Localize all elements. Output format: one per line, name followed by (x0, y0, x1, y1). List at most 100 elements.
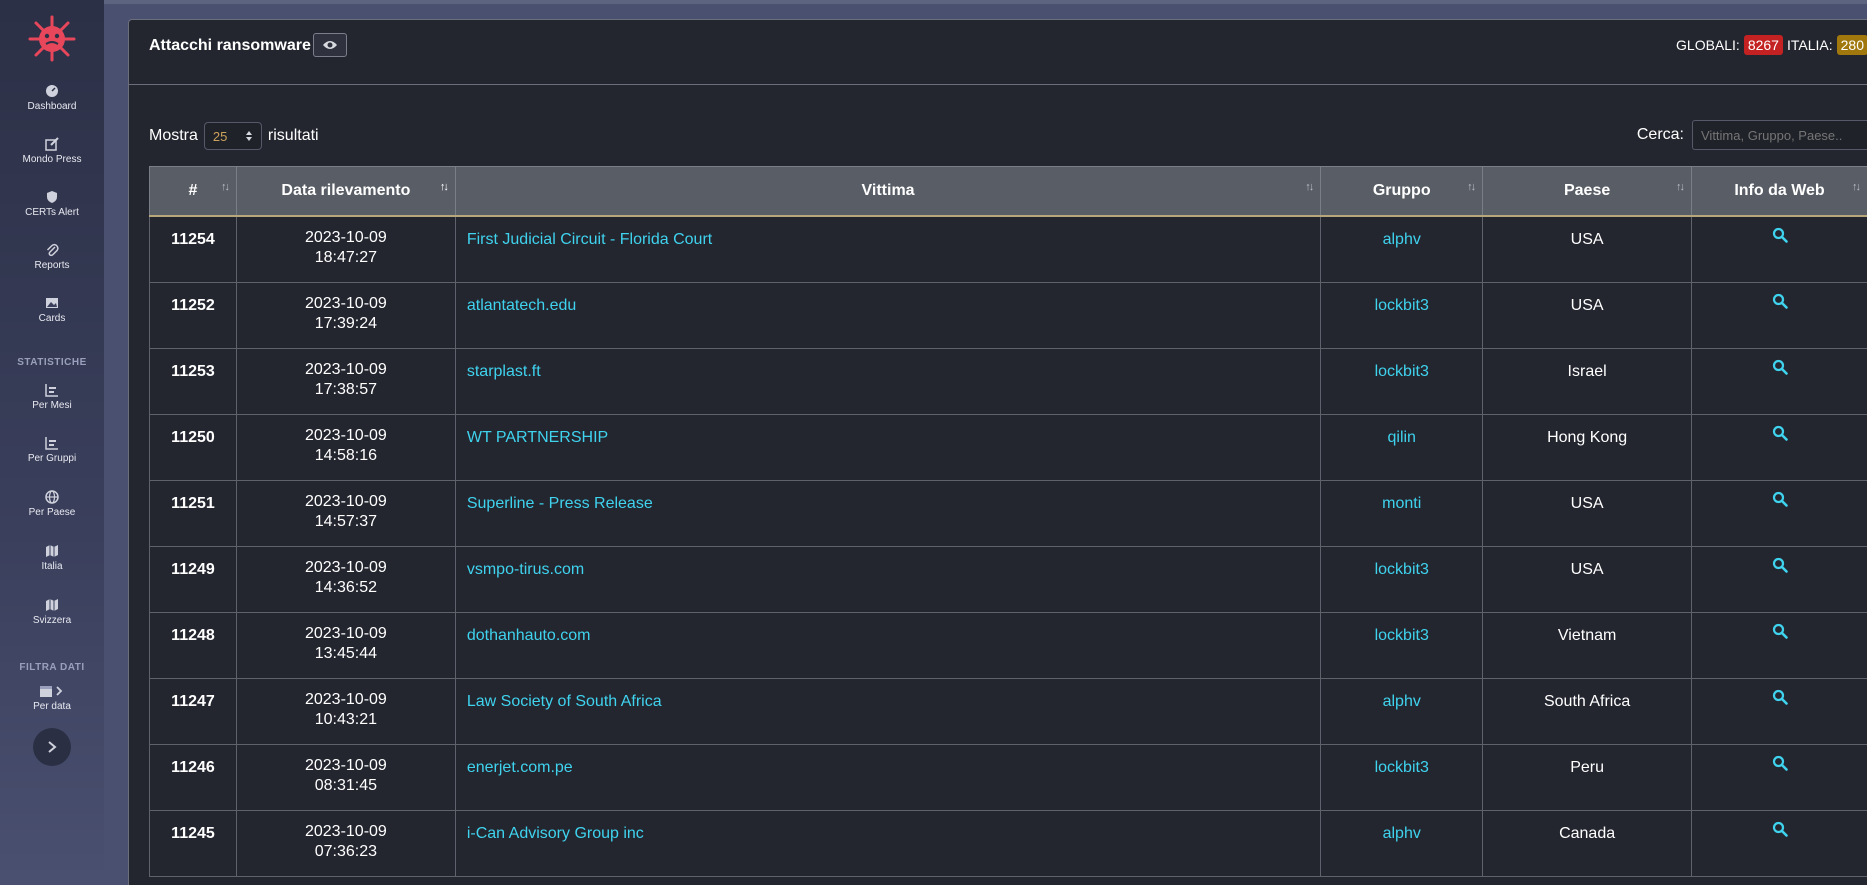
column-header-id[interactable]: #↑↓ (150, 167, 237, 217)
row-group-link[interactable]: alphv (1321, 216, 1483, 282)
row-country: Hong Kong (1483, 414, 1692, 480)
sidebar-item-label: Mondo Press (23, 154, 82, 165)
row-group-link[interactable]: alphv (1321, 810, 1483, 876)
search-web-icon[interactable] (1772, 359, 1788, 380)
row-id: 11253 (150, 348, 237, 414)
row-info-cell (1692, 414, 1867, 480)
row-id: 11246 (150, 744, 237, 810)
row-group-link[interactable]: lockbit3 (1321, 744, 1483, 810)
search-web-icon[interactable] (1772, 557, 1788, 578)
row-group-link[interactable]: lockbit3 (1321, 546, 1483, 612)
sidebar-expand-button[interactable] (33, 728, 71, 766)
dashboard-icon (45, 84, 59, 98)
sidebar-item-reports[interactable]: Reports (0, 243, 104, 271)
sidebar-section-statistiche: STATISTICHE (0, 357, 104, 368)
column-header-info[interactable]: Info da Web↑↓ (1692, 167, 1867, 217)
show-label: Mostra (149, 127, 198, 145)
sidebar-item-svizzera[interactable]: Svizzera (0, 598, 104, 626)
toggle-visibility-button[interactable] (313, 33, 347, 57)
row-victim-link[interactable]: Law Society of South Africa (455, 678, 1320, 744)
row-date-cell: 2023-10-0910:43:21 (236, 678, 455, 744)
search-web-icon[interactable] (1772, 293, 1788, 314)
row-group-link[interactable]: alphv (1321, 678, 1483, 744)
search-web-icon[interactable] (1772, 755, 1788, 776)
row-date-cell: 2023-10-0917:39:24 (236, 282, 455, 348)
table-row: 112542023-10-0918:47:27First Judicial Ci… (150, 216, 1867, 282)
table-row: 112462023-10-0908:31:45enerjet.com.peloc… (150, 744, 1867, 810)
row-country: USA (1483, 546, 1692, 612)
row-id: 11245 (150, 810, 237, 876)
sidebar-item-mondo-press[interactable]: Mondo Press (0, 137, 104, 165)
sidebar-item-per-mesi[interactable]: Per Mesi (0, 383, 104, 411)
search-web-icon[interactable] (1772, 227, 1788, 248)
map-icon (45, 544, 59, 558)
search-web-icon[interactable] (1772, 689, 1788, 710)
row-date: 2023-10-09 (238, 492, 454, 512)
row-time: 14:36:52 (238, 578, 454, 598)
table-header-row: #↑↓ Data rilevamento↑↓ Vittima↑↓ Gruppo↑… (150, 167, 1867, 217)
row-country: Vietnam (1483, 612, 1692, 678)
sidebar-item-per-data[interactable]: Per data (0, 684, 104, 712)
table-row: 112492023-10-0914:36:52vsmpo-tirus.comlo… (150, 546, 1867, 612)
search-web-icon[interactable] (1772, 491, 1788, 512)
row-date-cell: 2023-10-0907:36:23 (236, 810, 455, 876)
sidebar-item-dashboard[interactable]: Dashboard (0, 84, 104, 112)
sidebar-section-filtra-dati: FILTRA DATI (0, 662, 104, 673)
row-date: 2023-10-09 (238, 426, 454, 446)
sidebar: Dashboard Mondo Press CERTs Alert Report… (0, 0, 104, 884)
row-victim-link[interactable]: enerjet.com.pe (455, 744, 1320, 810)
globe-icon (45, 490, 59, 504)
sidebar-item-per-paese[interactable]: Per Paese (0, 490, 104, 518)
sidebar-item-certs-alert[interactable]: CERTs Alert (0, 190, 104, 218)
row-group-link[interactable]: monti (1321, 480, 1483, 546)
row-date: 2023-10-09 (238, 360, 454, 380)
row-victim-link[interactable]: First Judicial Circuit - Florida Court (455, 216, 1320, 282)
sidebar-item-label: Italia (41, 561, 62, 572)
sort-icon: ↑↓ (1305, 181, 1312, 193)
row-id: 11249 (150, 546, 237, 612)
sidebar-item-italia[interactable]: Italia (0, 544, 104, 572)
row-victim-link[interactable]: Superline - Press Release (455, 480, 1320, 546)
edit-icon (45, 137, 59, 151)
italia-count-badge: 280 (1837, 35, 1867, 55)
row-victim-link[interactable]: vsmpo-tirus.com (455, 546, 1320, 612)
row-date-cell: 2023-10-0914:57:37 (236, 480, 455, 546)
attacks-table: #↑↓ Data rilevamento↑↓ Vittima↑↓ Gruppo↑… (149, 166, 1867, 877)
row-time: 18:47:27 (238, 248, 454, 268)
column-header-country[interactable]: Paese↑↓ (1483, 167, 1692, 217)
row-victim-link[interactable]: atlantatech.edu (455, 282, 1320, 348)
page-size-select[interactable]: 25 (204, 122, 262, 150)
row-id: 11247 (150, 678, 237, 744)
column-header-group[interactable]: Gruppo↑↓ (1321, 167, 1483, 217)
column-header-victim[interactable]: Vittima↑↓ (455, 167, 1320, 217)
row-time: 14:57:37 (238, 512, 454, 532)
sort-icon: ↑↓ (1467, 181, 1474, 193)
sidebar-item-cards[interactable]: Cards (0, 296, 104, 324)
search-web-icon[interactable] (1772, 623, 1788, 644)
search-input[interactable] (1692, 120, 1867, 150)
row-date: 2023-10-09 (238, 228, 454, 248)
map-icon (45, 598, 59, 612)
row-victim-link[interactable]: starplast.ft (455, 348, 1320, 414)
row-victim-link[interactable]: WT PARTNERSHIP (455, 414, 1320, 480)
eye-icon (322, 39, 338, 51)
search-web-icon[interactable] (1772, 821, 1788, 842)
row-group-link[interactable]: lockbit3 (1321, 348, 1483, 414)
row-group-link[interactable]: qilin (1321, 414, 1483, 480)
table-row: 112452023-10-0907:36:23i-Can Advisory Gr… (150, 810, 1867, 876)
sidebar-item-per-gruppi[interactable]: Per Gruppi (0, 436, 104, 464)
row-id: 11248 (150, 612, 237, 678)
search-web-icon[interactable] (1772, 425, 1788, 446)
row-country: Israel (1483, 348, 1692, 414)
row-victim-link[interactable]: i-Can Advisory Group inc (455, 810, 1320, 876)
row-victim-link[interactable]: dothanhauto.com (455, 612, 1320, 678)
row-id: 11250 (150, 414, 237, 480)
row-group-link[interactable]: lockbit3 (1321, 282, 1483, 348)
row-group-link[interactable]: lockbit3 (1321, 612, 1483, 678)
virus-logo-icon[interactable] (27, 12, 77, 62)
row-info-cell (1692, 216, 1867, 282)
results-label: risultati (268, 127, 319, 145)
column-header-date[interactable]: Data rilevamento↑↓ (236, 167, 455, 217)
sort-icon: ↑↓ (1676, 181, 1683, 193)
sort-desc-icon: ↑↓ (440, 181, 447, 193)
